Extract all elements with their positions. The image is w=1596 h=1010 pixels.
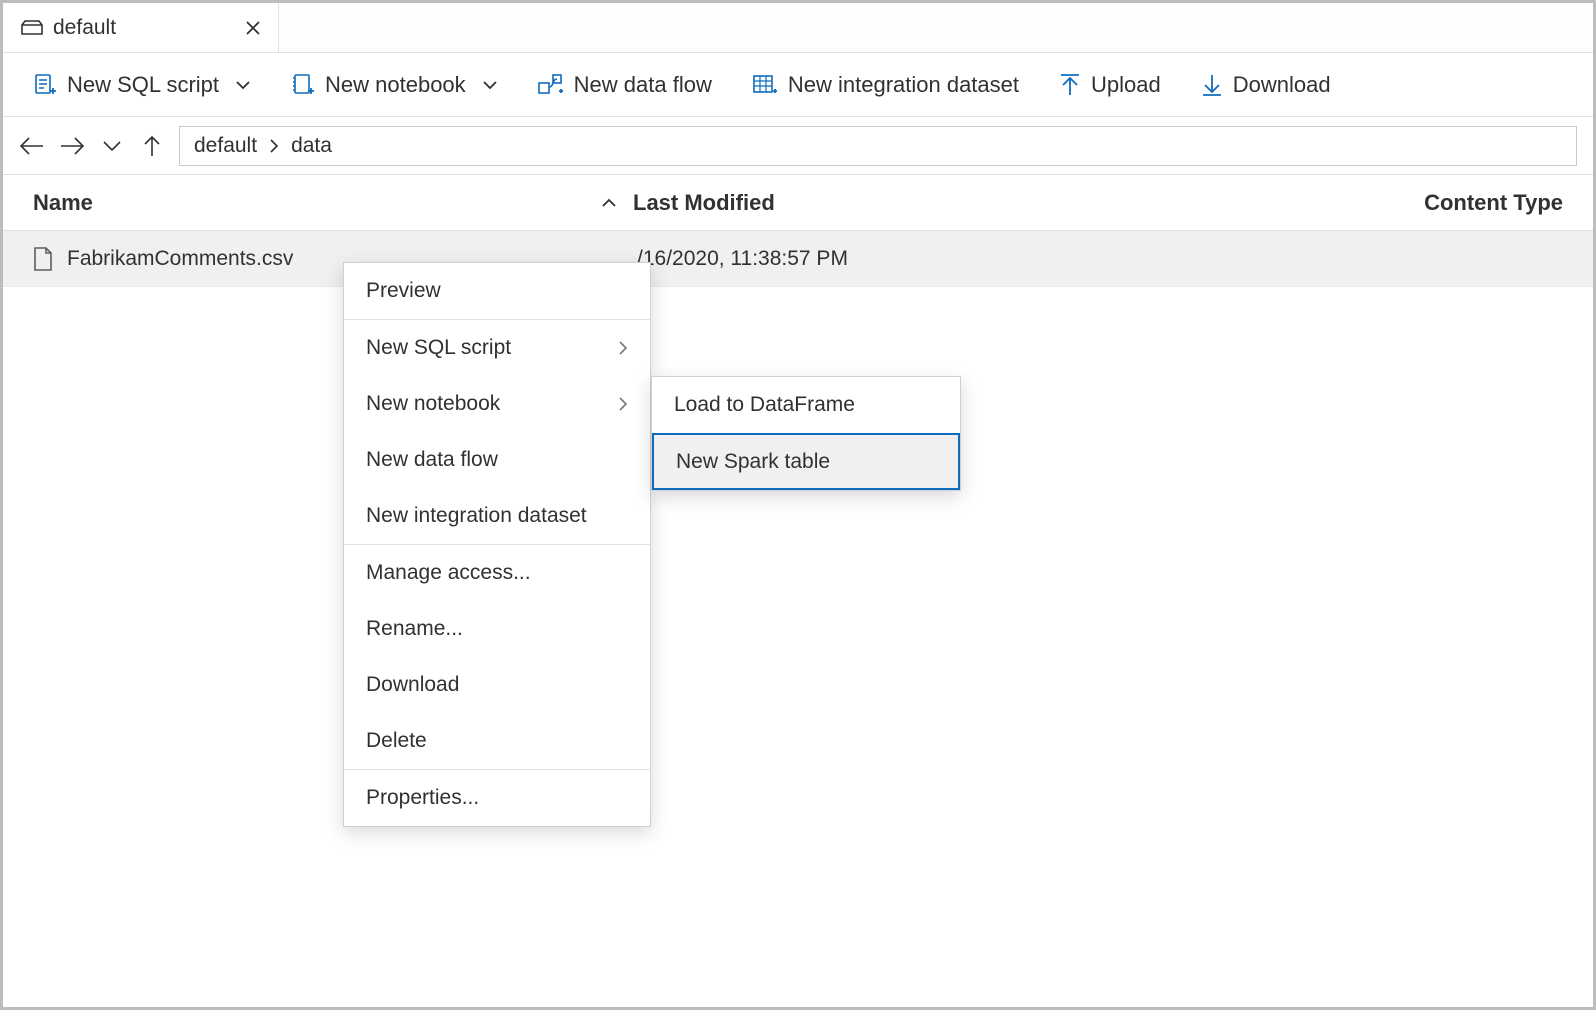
menu-rename[interactable]: Rename... (344, 601, 650, 657)
menu-label: New notebook (366, 392, 500, 416)
column-content-type[interactable]: Content Type (1233, 190, 1563, 216)
nav-down-icon[interactable] (99, 133, 125, 159)
chevron-down-icon (235, 77, 251, 93)
submenu-load-to-dataframe[interactable]: Load to DataFrame (652, 377, 960, 433)
menu-label: Preview (366, 279, 441, 303)
toolbar-label: Download (1233, 72, 1331, 98)
file-modified: /16/2020, 11:38:57 PM (637, 247, 848, 270)
file-name: FabrikamComments.csv (67, 247, 293, 271)
menu-new-sql-script[interactable]: New SQL script (344, 320, 650, 376)
menu-delete[interactable]: Delete (344, 713, 650, 769)
download-button[interactable]: Download (1201, 72, 1331, 98)
chevron-right-icon (269, 139, 279, 153)
menu-label: Properties... (366, 786, 479, 810)
menu-manage-access[interactable]: Manage access... (344, 545, 650, 601)
menu-preview[interactable]: Preview (344, 263, 650, 319)
menu-label: Delete (366, 729, 427, 753)
menu-label: New data flow (366, 448, 498, 472)
submenu-new-notebook: Load to DataFrame New Spark table (651, 376, 961, 491)
sort-asc-icon (601, 197, 617, 209)
toolbar-label: Upload (1091, 72, 1161, 98)
menu-label: New integration dataset (366, 504, 587, 528)
toolbar-label: New notebook (325, 72, 466, 98)
menu-new-notebook[interactable]: New notebook (344, 376, 650, 432)
menu-new-integration-dataset[interactable]: New integration dataset (344, 488, 650, 544)
breadcrumb[interactable]: default data (179, 126, 1577, 166)
context-menu: Preview New SQL script New notebook New … (343, 262, 651, 827)
tab-strip: default (3, 3, 1593, 53)
chevron-right-icon (618, 340, 628, 356)
submenu-label: Load to DataFrame (674, 393, 855, 417)
nav-row: default data (3, 117, 1593, 175)
table-header: Name Last Modified Content Type (3, 175, 1593, 231)
tab-label: default (53, 16, 116, 40)
nav-up-icon[interactable] (139, 133, 165, 159)
column-modified-label: Last Modified (633, 190, 775, 215)
column-name-label: Name (33, 190, 93, 216)
menu-new-data-flow[interactable]: New data flow (344, 432, 650, 488)
nav-forward-icon[interactable] (59, 133, 85, 159)
toolbar: New SQL script New notebook New data flo… (3, 53, 1593, 117)
menu-label: Rename... (366, 617, 463, 641)
submenu-new-spark-table[interactable]: New Spark table (652, 433, 960, 490)
toolbar-label: New integration dataset (788, 72, 1019, 98)
menu-label: New SQL script (366, 336, 511, 360)
chevron-down-icon (482, 77, 498, 93)
menu-label: Download (366, 673, 459, 697)
new-data-flow-button[interactable]: New data flow (538, 72, 712, 98)
toolbar-label: New SQL script (67, 72, 219, 98)
breadcrumb-child[interactable]: data (291, 134, 332, 158)
table-row[interactable]: FabrikamComments.csv /16/2020, 11:38:57 … (3, 231, 1593, 287)
upload-button[interactable]: Upload (1059, 72, 1161, 98)
menu-properties[interactable]: Properties... (344, 770, 650, 826)
new-notebook-button[interactable]: New notebook (291, 72, 498, 98)
menu-download[interactable]: Download (344, 657, 650, 713)
column-name[interactable]: Name (33, 190, 633, 216)
breadcrumb-root[interactable]: default (194, 134, 257, 158)
chevron-right-icon (618, 396, 628, 412)
menu-label: Manage access... (366, 561, 531, 585)
submenu-label: New Spark table (676, 450, 830, 474)
file-icon (33, 247, 53, 271)
close-icon[interactable] (246, 21, 260, 35)
new-integration-dataset-button[interactable]: New integration dataset (752, 72, 1019, 98)
storage-icon (21, 20, 43, 36)
toolbar-label: New data flow (574, 72, 712, 98)
new-sql-script-button[interactable]: New SQL script (33, 72, 251, 98)
column-last-modified[interactable]: Last Modified (633, 190, 1233, 216)
nav-back-icon[interactable] (19, 133, 45, 159)
tab-default[interactable]: default (3, 3, 279, 52)
column-type-label: Content Type (1424, 190, 1563, 215)
